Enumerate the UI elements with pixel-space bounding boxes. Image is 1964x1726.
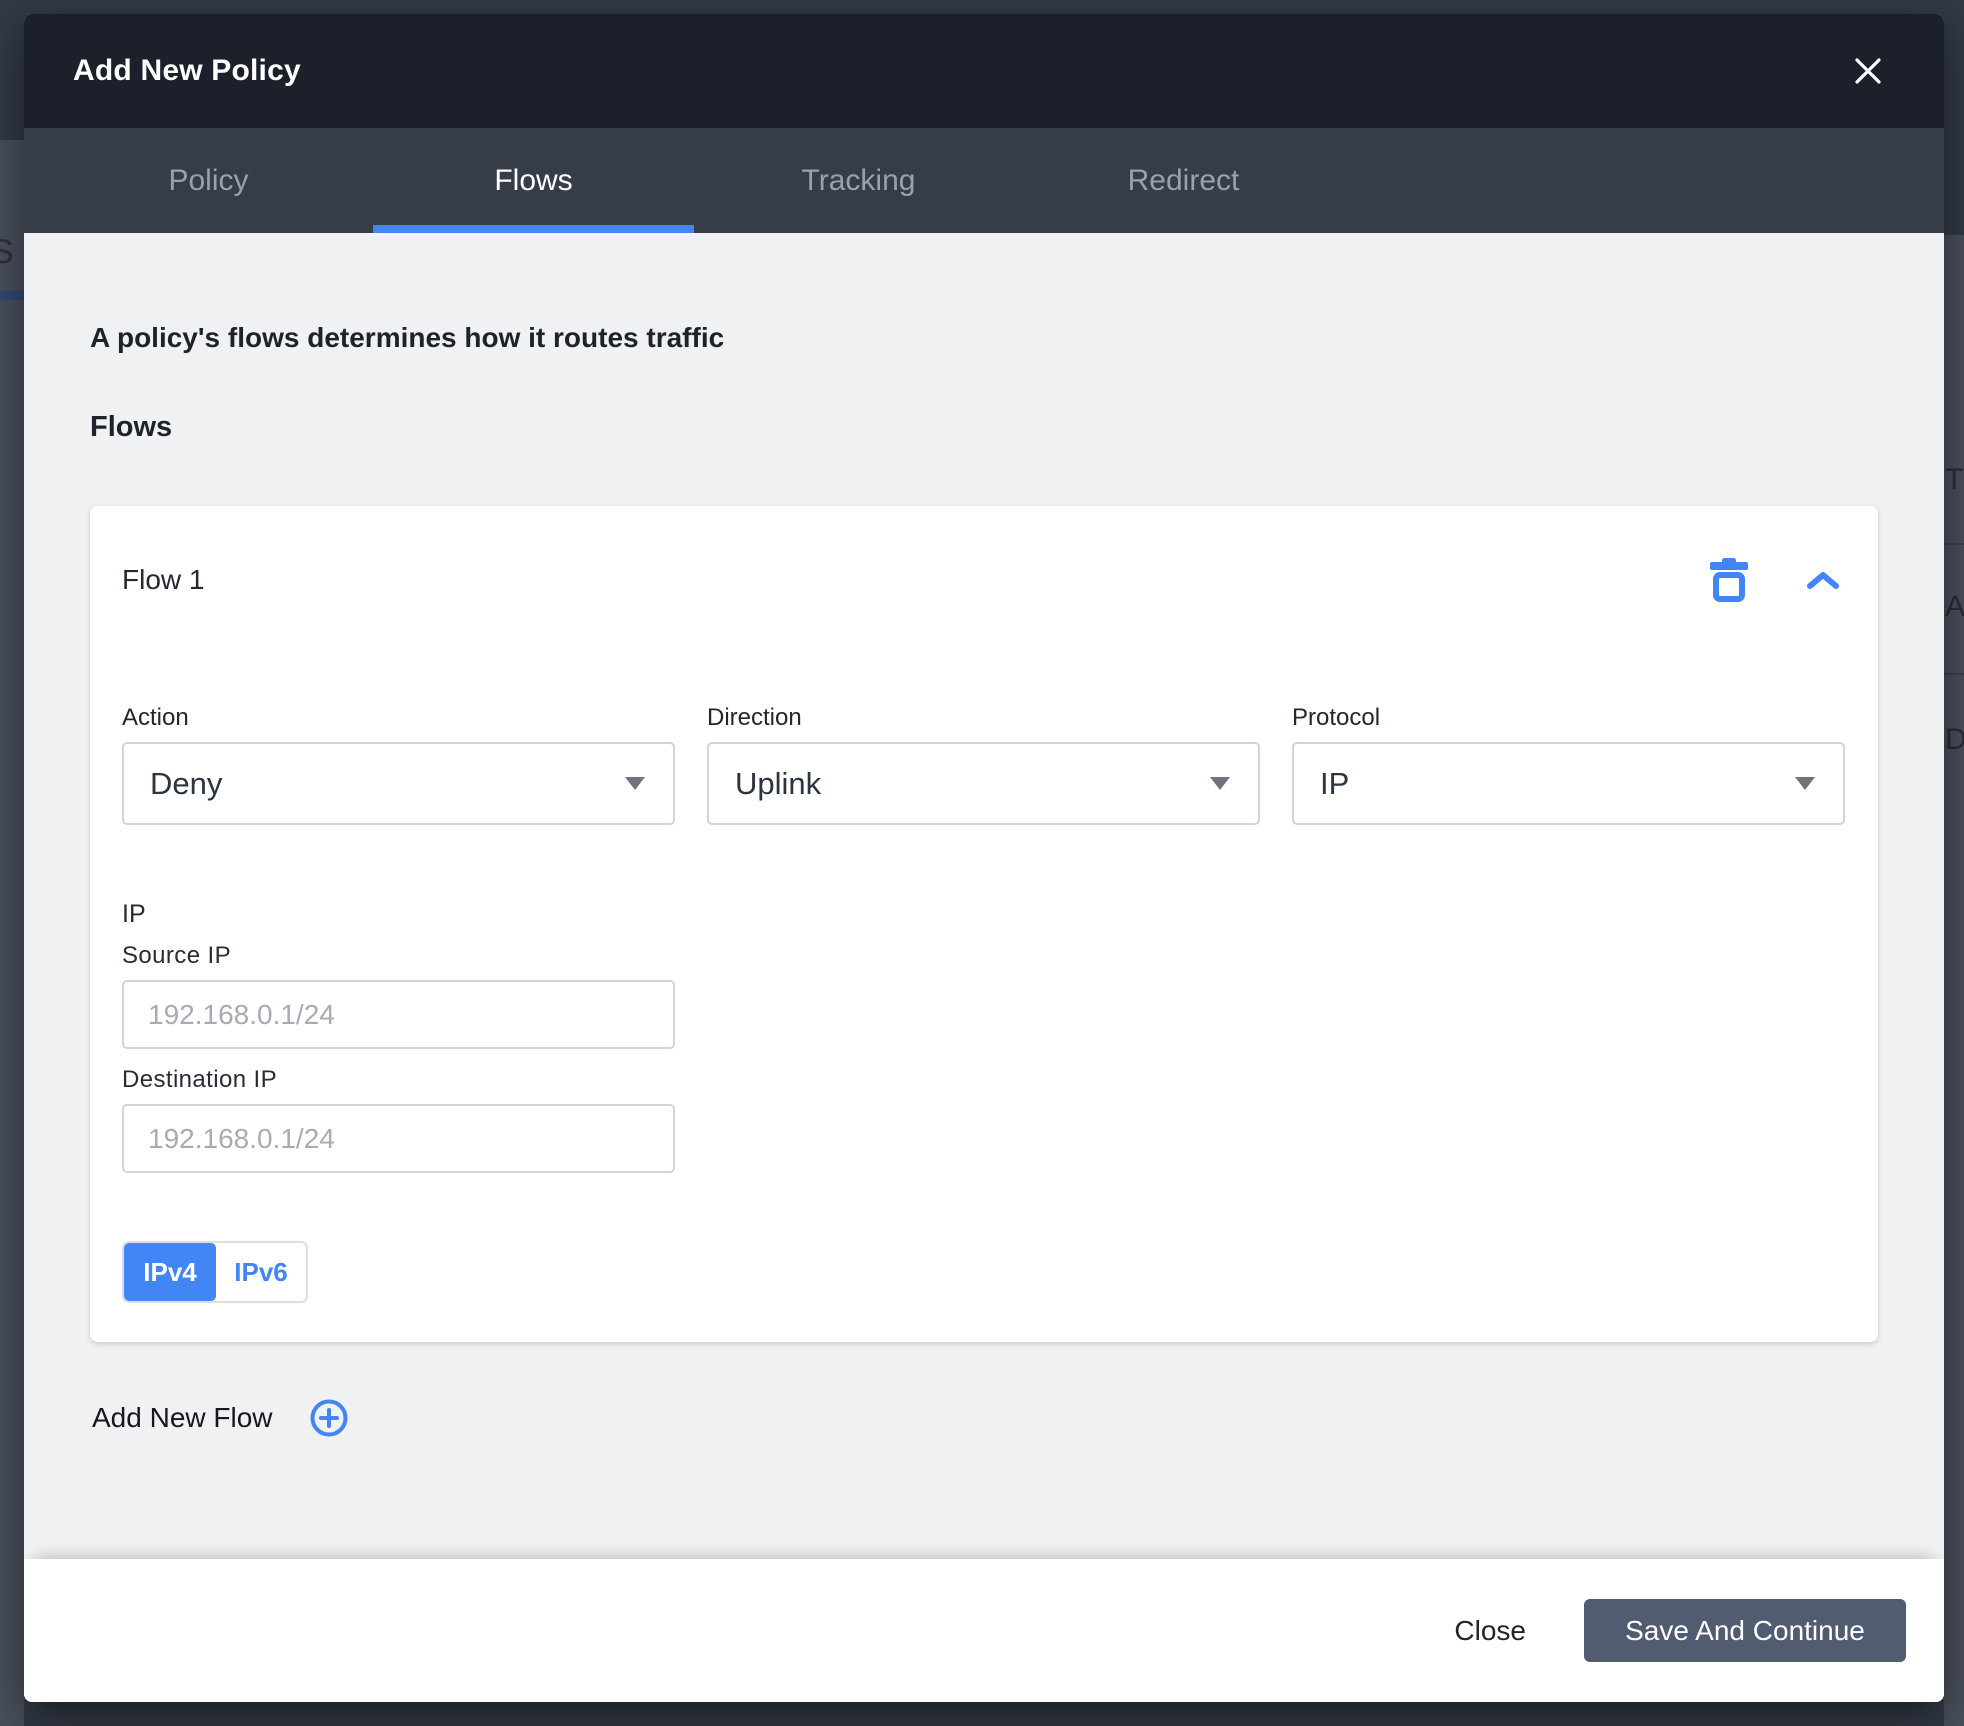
protocol-select[interactable]: IP [1292,742,1845,825]
underlying-text-fragment-right: T [1945,463,1963,497]
action-field: Action Deny [122,704,675,825]
source-ip-label: Source IP [122,942,1846,970]
direction-select-value: Uplink [735,766,821,802]
modal-tab-bar: Policy Flows Tracking Redirect [24,128,1944,233]
underlying-row-divider [1944,673,1964,675]
protocol-field: Protocol IP [1292,704,1845,825]
save-and-continue-button[interactable]: Save And Continue [1584,1599,1906,1662]
underlying-text-fragment-right: DC [1945,723,1964,757]
underlying-text-fragment-left: S [0,233,14,272]
close-footer-button[interactable]: Close [1436,1605,1544,1657]
tab-tracking[interactable]: Tracking [696,128,1021,233]
action-select-value: Deny [150,766,222,802]
action-select[interactable]: Deny [122,742,675,825]
ip-section: IP Source IP Destination IP IPv4 IPv6 [122,900,1846,1303]
underlying-page-left-edge: S [0,140,24,1726]
destination-ip-label: Destination IP [122,1066,1846,1094]
trash-icon [1710,558,1748,602]
plus-circle-icon[interactable] [309,1398,349,1438]
collapse-flow-button[interactable] [1806,570,1840,590]
direction-field: Direction Uplink [707,704,1260,825]
close-button[interactable] [1848,51,1888,91]
flows-description: A policy's flows determines how it route… [90,322,1878,354]
tab-flows[interactable]: Flows [371,128,696,233]
modal-header: Add New Policy [24,14,1944,128]
modal-footer: Close Save And Continue [24,1559,1944,1702]
protocol-select-value: IP [1320,766,1349,802]
flow-card-header: Flow 1 [122,506,1846,602]
underlying-tab-underline-fragment [0,291,24,300]
dropdown-caret-icon [1210,777,1230,790]
direction-select[interactable]: Uplink [707,742,1260,825]
close-icon [1853,56,1883,86]
flow-title: Flow 1 [122,564,204,596]
tab-redirect[interactable]: Redirect [1021,128,1346,233]
ip-section-heading: IP [122,900,1846,929]
underlying-page-right-edge: T AC DC [1944,235,1964,1726]
underlying-text-fragment-right: AC [1945,590,1964,624]
tab-policy[interactable]: Policy [46,128,371,233]
chevron-up-icon [1806,570,1840,590]
underlying-row-divider [1944,543,1964,545]
destination-ip-input[interactable] [122,1104,675,1173]
modal-body: A policy's flows determines how it route… [24,233,1944,1559]
dropdown-caret-icon [625,777,645,790]
ip-version-toggle: IPv4 IPv6 [122,1241,308,1303]
protocol-label: Protocol [1292,704,1845,732]
ipv4-toggle-button[interactable]: IPv4 [124,1243,216,1301]
add-new-flow-label: Add New Flow [92,1402,273,1434]
flow-actions [1710,558,1846,602]
add-new-policy-modal: Add New Policy Policy Flows Tracking Red… [24,14,1944,1702]
direction-label: Direction [707,704,1260,732]
add-new-flow-button[interactable]: Add New Flow [90,1398,349,1438]
modal-title: Add New Policy [73,54,301,88]
flow-field-row: Action Deny Direction Uplink Protocol [122,704,1846,825]
source-ip-input[interactable] [122,980,675,1049]
dropdown-caret-icon [1795,777,1815,790]
delete-flow-button[interactable] [1710,558,1748,602]
flows-section-heading: Flows [90,411,1878,444]
flow-card: Flow 1 [90,506,1878,1342]
ipv6-toggle-button[interactable]: IPv6 [216,1243,306,1301]
action-label: Action [122,704,675,732]
